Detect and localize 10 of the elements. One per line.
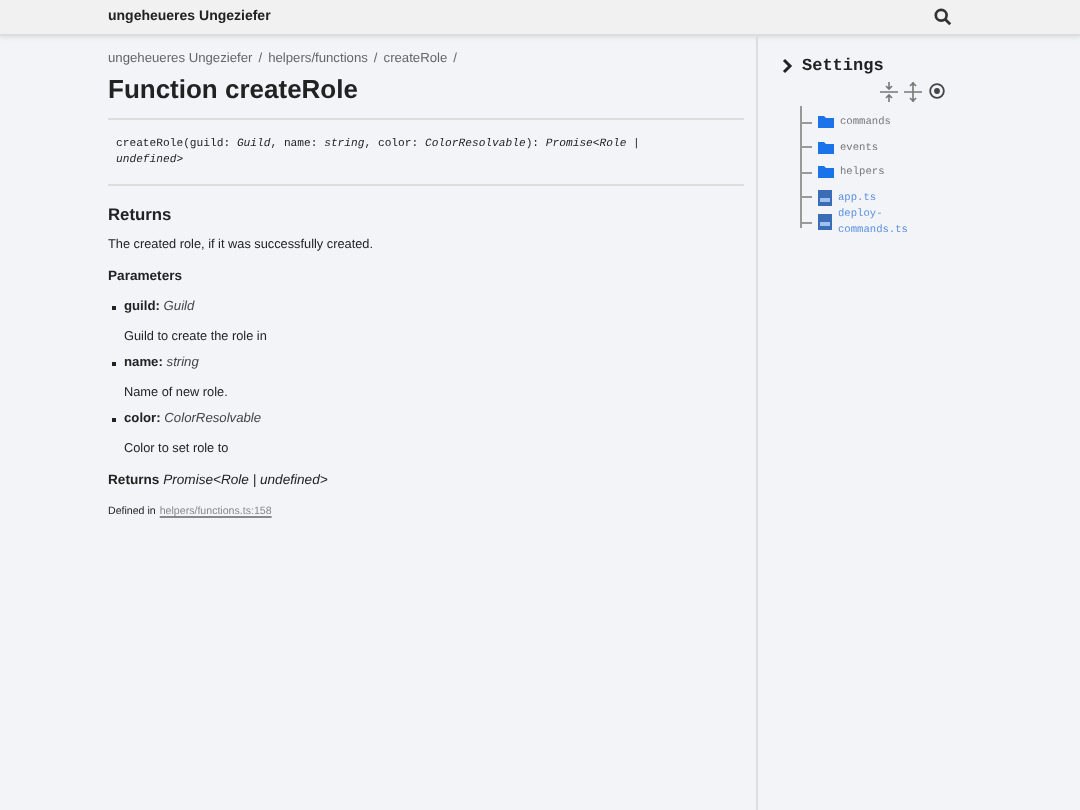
file-icon: [818, 214, 832, 231]
chevron-icon: [782, 58, 794, 74]
file-icon: [818, 189, 832, 206]
collapse-icon[interactable]: [880, 82, 898, 102]
target-icon[interactable]: [928, 82, 946, 100]
page-title: Function createRole: [108, 74, 744, 120]
search-icon[interactable]: [934, 8, 952, 26]
section-heading: Returns: [108, 204, 174, 225]
expand-icon[interactable]: [904, 82, 922, 102]
settings-toggle[interactable]: Settings: [782, 56, 1080, 76]
